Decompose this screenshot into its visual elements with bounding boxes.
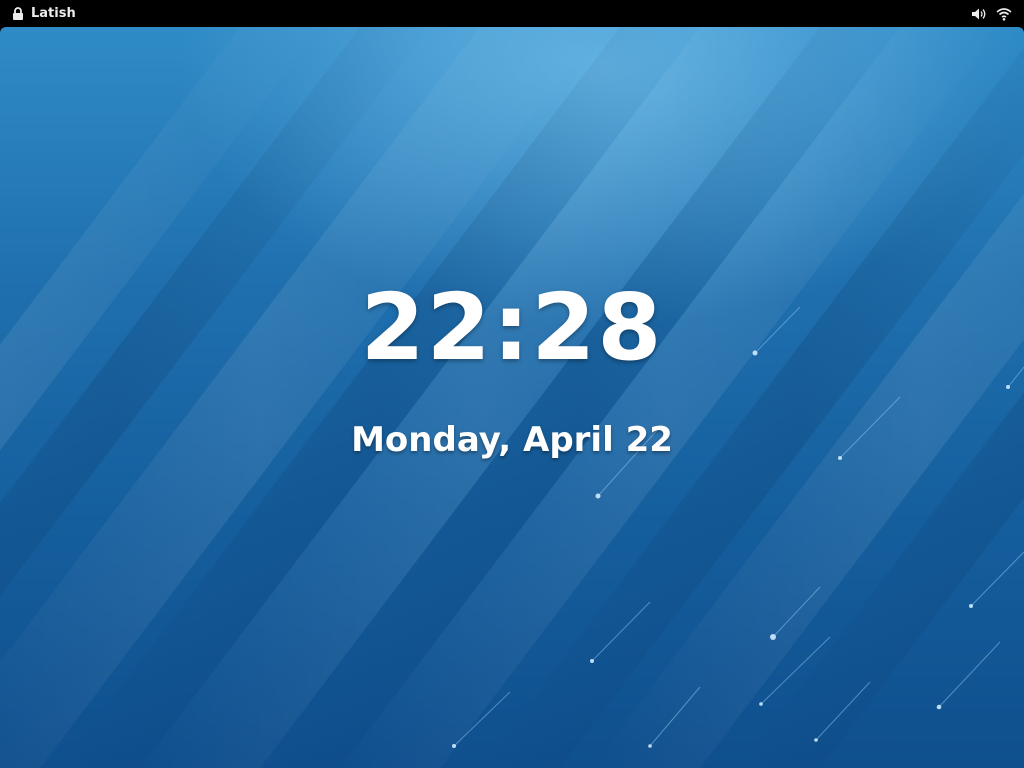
clock-date: Monday, April 22	[351, 420, 673, 460]
user-menu[interactable]: Latish	[12, 0, 76, 27]
speaker-volume-icon[interactable]	[971, 7, 987, 21]
user-name: Latish	[31, 6, 76, 21]
status-area	[971, 0, 1012, 27]
lock-screen[interactable]: Latish 22:28 Monday, April 22	[0, 0, 1024, 768]
wallpaper-streaks	[0, 27, 1024, 768]
wifi-icon[interactable]	[996, 7, 1012, 21]
top-panel: Latish	[0, 0, 1024, 27]
wallpaper	[0, 27, 1024, 768]
clock-time: 22:28	[360, 274, 664, 381]
lock-icon	[12, 7, 24, 20]
